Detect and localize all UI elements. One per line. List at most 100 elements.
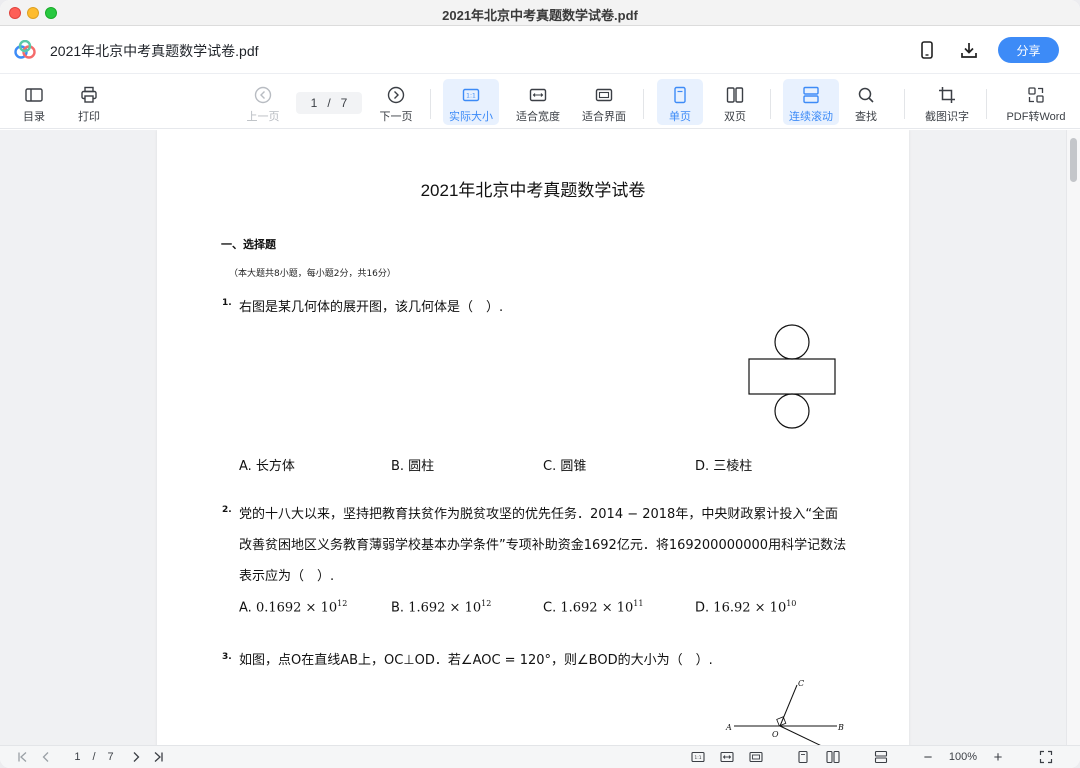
single-page-label: 单页 [669, 111, 691, 123]
page-indicator[interactable]: 1 / 7 [64, 749, 124, 765]
fit-page-icon [595, 88, 613, 102]
fit-page-label: 适合界面 [582, 111, 626, 123]
download-icon[interactable] [957, 38, 981, 62]
convert-icon [1028, 87, 1044, 103]
fit-width-icon [529, 88, 547, 102]
point-a-label: A [725, 723, 732, 732]
current-page: 1 [74, 751, 81, 763]
point-b-label: B [837, 723, 844, 732]
last-page-icon[interactable] [150, 749, 166, 765]
question-line: 党的十八大以来，坚持把教育扶贫作为脱贫攻坚的优先任务．2014 − 2018年，… [239, 507, 839, 522]
actual-size-icon: 1:1 [462, 88, 480, 102]
current-page: 1 [310, 96, 318, 110]
prev-page-icon[interactable] [38, 749, 54, 765]
toc-button[interactable]: 目录 [14, 79, 54, 125]
find-button[interactable]: 查找 [846, 79, 886, 125]
actual-size-icon[interactable]: 1:1 [689, 749, 707, 765]
double-page-button[interactable]: 双页 [713, 79, 757, 125]
continuous-scroll-button[interactable]: 连续滚动 [783, 79, 839, 125]
window-title: 2021年北京中考真题数学试卷.pdf [442, 8, 638, 23]
point-o-label: O [772, 730, 779, 739]
option-c[interactable]: C. 圆锥 [543, 455, 586, 474]
actual-size-button[interactable]: 1:1 实际大小 [443, 79, 499, 125]
app-logo-icon [14, 40, 36, 59]
next-page-icon[interactable] [128, 749, 144, 765]
toolbar-divider [770, 89, 771, 119]
double-page-icon [726, 87, 744, 103]
search-icon [858, 87, 874, 103]
crop-icon [939, 87, 955, 103]
ocr-label: 截图识字 [925, 111, 969, 123]
toolbar: 目录 打印 上一页 1 / 7 下一页 1:1 实际大小 适合宽度 适合界面 单… [0, 75, 1080, 129]
page-separator: / [327, 96, 331, 110]
fit-page-button[interactable]: 适合界面 [577, 79, 631, 125]
prev-page-label: 上一页 [246, 111, 280, 123]
next-page-button[interactable]: 下一页 [374, 79, 418, 125]
sidebar-icon [25, 88, 43, 102]
print-button[interactable]: 打印 [69, 79, 109, 125]
question-text: 右图是某几何体的展开图，该几何体是（ ）. [239, 300, 504, 315]
print-label: 打印 [78, 111, 100, 123]
single-page-icon[interactable] [795, 749, 811, 765]
cylinder-net-figure [748, 324, 836, 429]
option-a[interactable]: A. 长方体 [239, 455, 295, 474]
fullscreen-icon[interactable] [1038, 749, 1054, 765]
continuous-scroll-icon [803, 86, 819, 104]
title-bar: 2021年北京中考真题数学试卷.pdf [0, 0, 1080, 26]
point-c-label: C [798, 679, 804, 688]
share-button[interactable]: 分享 [998, 37, 1059, 63]
option-d[interactable]: D. 三棱柱 [695, 455, 752, 474]
fit-page-icon[interactable] [747, 749, 765, 765]
fit-width-label: 适合宽度 [516, 111, 560, 123]
page-number-input[interactable]: 1 / 7 [296, 92, 362, 114]
ocr-button[interactable]: 截图识字 [920, 79, 974, 125]
printer-icon [81, 86, 97, 103]
toolbar-divider [643, 89, 644, 119]
document-title: 2021年北京中考真题数学试卷.pdf [50, 43, 259, 59]
total-pages: 7 [107, 751, 114, 763]
section-title: 一、选择题 [221, 238, 276, 251]
chevron-right-circle-icon [387, 86, 405, 104]
vertical-scrollbar[interactable] [1066, 130, 1080, 745]
question-number: 1. [222, 298, 232, 308]
zoom-level[interactable]: 100% [944, 749, 982, 765]
pdf-to-word-button[interactable]: PDF转Word [1000, 79, 1072, 125]
actual-size-label: 实际大小 [449, 111, 493, 123]
double-page-label: 双页 [724, 111, 746, 123]
chevron-left-circle-icon [254, 86, 272, 104]
toc-label: 目录 [23, 111, 45, 123]
toolbar-divider [904, 89, 905, 119]
question-text: 党的十八大以来，坚持把教育扶贫作为脱贫攻坚的优先任务．2014 − 2018年，… [239, 499, 846, 592]
next-page-label: 下一页 [379, 111, 413, 123]
prev-page-button[interactable]: 上一页 [241, 79, 285, 125]
continuous-scroll-label: 连续滚动 [789, 111, 833, 123]
section-note: （本大题共8小题，每小题2分，共16分） [229, 269, 396, 279]
question-number: 2. [222, 505, 232, 515]
pdf-page: 2021年北京中考真题数学试卷 一、选择题 （本大题共8小题，每小题2分，共16… [157, 130, 909, 745]
question-text: 如图，点O在直线AB上，OC⊥OD．若∠AOC = 120°，则∠BOD的大小为… [239, 653, 713, 668]
fit-width-button[interactable]: 适合宽度 [511, 79, 565, 125]
paper-title: 2021年北京中考真题数学试卷 [420, 181, 646, 200]
option-b[interactable]: B. 圆柱 [391, 455, 434, 474]
double-page-icon[interactable] [824, 749, 842, 765]
option-c[interactable]: C. 1.692 × 1011 [543, 599, 643, 615]
angle-figure: A B C O [725, 679, 844, 745]
app-header: 2021年北京中考真题数学试卷.pdf 分享 [0, 26, 1080, 74]
option-a[interactable]: A. 0.1692 × 1012 [239, 599, 347, 615]
fit-width-icon[interactable] [718, 749, 736, 765]
toolbar-divider [986, 89, 987, 119]
toolbar-divider [430, 89, 431, 119]
scrollbar-thumb[interactable] [1070, 138, 1077, 182]
first-page-icon[interactable] [15, 749, 31, 765]
question-line: 改善贫困地区义务教育薄弱学校基本办学条件”专项补助资金1692亿元．将16920… [239, 538, 847, 553]
phone-icon[interactable] [915, 38, 939, 62]
option-b[interactable]: B. 1.692 × 1012 [391, 599, 491, 615]
option-d[interactable]: D. 16.92 × 1010 [695, 599, 796, 615]
single-page-button[interactable]: 单页 [657, 79, 703, 125]
zoom-out-button[interactable]: − [920, 749, 936, 766]
page-separator: / [92, 751, 96, 763]
continuous-scroll-icon[interactable] [872, 749, 890, 765]
document-viewport[interactable]: 2021年北京中考真题数学试卷 一、选择题 （本大题共8小题，每小题2分，共16… [0, 130, 1080, 745]
single-page-icon [674, 86, 686, 104]
zoom-in-button[interactable]: + [990, 749, 1006, 766]
